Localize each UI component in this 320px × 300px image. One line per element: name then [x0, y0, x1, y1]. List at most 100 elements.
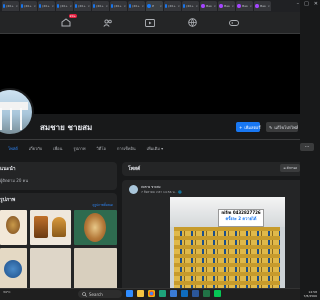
cover-photo[interactable] [0, 34, 300, 114]
minimize-icon[interactable]: – [297, 1, 300, 7]
messenger-icon [219, 4, 223, 8]
amulet-image [84, 213, 106, 242]
product-row [174, 231, 280, 236]
tab-more[interactable]: เพิ่มเติม ▾ [147, 145, 164, 152]
browser-tab[interactable]: (20+) ท...× [2, 1, 19, 11]
posts-title: โพสต์ [128, 166, 141, 172]
system-clock[interactable]: 14:58 7/8/2566 [304, 290, 317, 298]
browser-tab[interactable]: Mess × [254, 1, 271, 11]
facebook-icon [147, 4, 151, 8]
avatar-pillar [0, 108, 2, 130]
edit-profile-button[interactable]: ✎ แก้ไขโปรไฟล์ [266, 122, 298, 132]
browser-tab[interactable]: (20+) ท...× [92, 1, 109, 11]
close-tab-icon[interactable]: × [231, 4, 234, 8]
excel-icon[interactable] [203, 290, 210, 297]
close-tab-icon[interactable]: × [33, 4, 36, 8]
close-tab-icon[interactable]: × [141, 4, 144, 8]
post-author-avatar[interactable] [129, 185, 138, 194]
close-tab-icon[interactable]: × [105, 4, 108, 8]
avatar-pillar [20, 108, 22, 130]
start-icon[interactable] [126, 290, 133, 297]
intro-title: แนะนำ [0, 166, 16, 172]
friends-icon[interactable] [102, 18, 114, 28]
browser-tab[interactable]: (20+) ท...× [74, 1, 91, 11]
notifications-icon[interactable]: 20+ [60, 13, 77, 28]
tab-posts[interactable]: โพสต์ [8, 145, 18, 152]
amulet-image [52, 217, 66, 237]
browser-tab[interactable]: (20+) ท...× [182, 1, 199, 11]
photo-thumbnail[interactable] [74, 248, 117, 293]
line-icon[interactable] [214, 290, 221, 297]
chrome-icon[interactable] [148, 290, 155, 297]
tab-photos[interactable]: รูปภาพ [73, 145, 85, 152]
photo-thumbnail[interactable] [74, 210, 117, 245]
close-tab-icon[interactable]: × [177, 4, 180, 8]
facebook-icon [183, 4, 186, 8]
close-tab-icon[interactable]: × [213, 4, 216, 8]
taskbar-search[interactable]: Search [78, 290, 122, 298]
word-icon[interactable] [192, 290, 199, 297]
photo-thumbnail[interactable] [0, 248, 27, 293]
close-tab-icon[interactable]: × [15, 4, 18, 8]
post-image[interactable]: nifm 0432827726 ครั้งละ 2 ควายได้ [170, 197, 285, 300]
browser-tab[interactable]: (20+) ท...× [110, 1, 127, 11]
amulet-image [6, 216, 20, 234]
filter-button[interactable]: ≡ ตัวกรอง [280, 164, 300, 172]
pencil-icon: ✎ [269, 124, 273, 130]
close-tab-icon[interactable]: × [159, 4, 162, 8]
image-caption: nifm 0432827726 ครั้งละ 2 ควายได้ [218, 209, 264, 227]
see-all-photos-link[interactable]: ดูรูปภาพทั้งหมด [93, 203, 113, 208]
tab-videos[interactable]: วิดีโอ [97, 145, 106, 152]
amulet-image [34, 216, 48, 238]
profile-name: สมชาย ชายสม [40, 123, 93, 132]
browser-tab[interactable]: Mess × [200, 1, 217, 11]
photos-card: รูปภาพ ดูรูปภาพทั้งหมด [0, 193, 117, 300]
store-icon[interactable] [170, 290, 177, 297]
gaming-icon[interactable] [228, 18, 240, 28]
tab-about[interactable]: เกี่ยวกับ [29, 145, 42, 152]
intro-card: แนะนำ ผู้ติดตาม 20 คน [0, 162, 117, 190]
close-tab-icon[interactable]: × [195, 4, 198, 8]
post-timestamp[interactable]: 7 สิงหาคม เวลา 14:56 น. · 🌐 [141, 190, 182, 195]
browser-tab[interactable]: Mess × [218, 1, 235, 11]
close-tab-icon[interactable]: × [267, 4, 270, 8]
photo-thumbnail[interactable] [0, 210, 27, 245]
product-row [174, 258, 280, 263]
edge-icon[interactable] [159, 290, 166, 297]
add-story-button[interactable]: + เพิ่มสตอรี่ [236, 122, 261, 132]
weather-widget[interactable]: 34°C [3, 290, 10, 294]
watch-icon[interactable] [144, 18, 156, 28]
product-row [174, 249, 280, 254]
followers-count[interactable]: ผู้ติดตาม 20 คน [0, 177, 28, 184]
close-tab-icon[interactable]: × [69, 4, 72, 8]
photo-thumbnail[interactable] [30, 248, 71, 293]
close-tab-icon[interactable]: × [87, 4, 90, 8]
home-outline-icon [61, 18, 71, 27]
facebook-icon [57, 4, 60, 8]
close-tab-icon[interactable]: × [123, 4, 126, 8]
browser-tab[interactable]: (20+) ท...× [164, 1, 181, 11]
globe-icon [187, 18, 197, 27]
facebook-icon [3, 4, 6, 8]
groups-icon[interactable] [186, 18, 198, 28]
close-tab-icon[interactable]: × [249, 4, 252, 8]
browser-tab[interactable]: (20+) ท...× [20, 1, 37, 11]
browser-tab[interactable]: Mess × [236, 1, 253, 11]
close-window-icon[interactable]: ✕ [314, 1, 318, 7]
tab-friends[interactable]: เพื่อน [53, 145, 62, 152]
game-controller-icon [229, 19, 239, 26]
more-options-button[interactable]: ... [300, 143, 314, 151]
maximize-icon[interactable]: □ [304, 1, 309, 7]
browser-tab[interactable]: (20+) ท...× [128, 1, 145, 11]
top-navigation: 20+ [0, 12, 300, 34]
tab-checkins[interactable]: การเช็คอิน [117, 145, 136, 152]
browser-tab-active[interactable]: ท × [146, 1, 163, 11]
folder-icon[interactable] [137, 290, 144, 297]
browser-tab[interactable]: (20+) ท...× [38, 1, 55, 11]
mail-icon[interactable] [181, 290, 188, 297]
facebook-icon [75, 4, 78, 8]
close-tab-icon[interactable]: × [51, 4, 54, 8]
browser-tab[interactable]: (20+) ท...× [56, 1, 73, 11]
plus-icon: + [239, 124, 243, 130]
photo-thumbnail[interactable] [30, 210, 71, 245]
